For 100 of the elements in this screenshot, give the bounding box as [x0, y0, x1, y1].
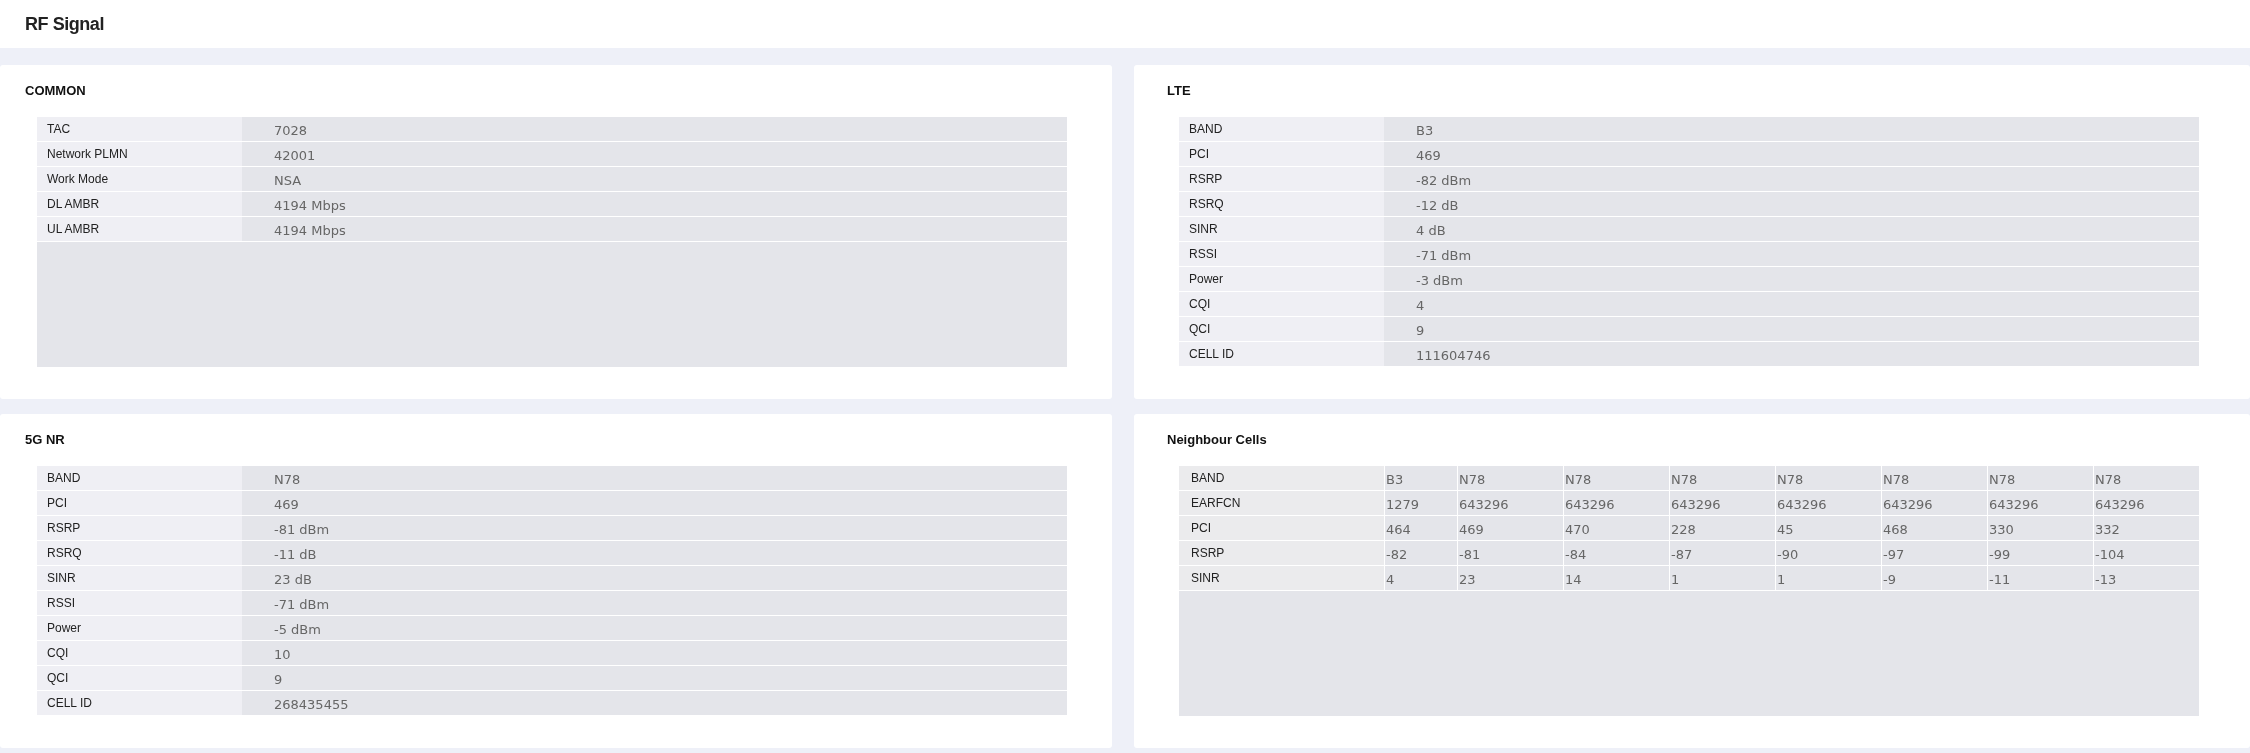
row-label: RSRP [37, 516, 242, 540]
table-cell: 14 [1563, 566, 1669, 590]
row-label: CELL ID [37, 691, 242, 715]
row-value: 4194 Mbps [273, 222, 347, 240]
row-value: 469 [273, 496, 300, 514]
section-title: COMMON [25, 82, 87, 100]
table-cell: 643296 [1563, 491, 1669, 515]
table-cell: -90 [1775, 541, 1881, 565]
row-value: 4194 Mbps [273, 197, 347, 215]
table-cell: 330 [1987, 516, 2093, 540]
row-label: TAC [37, 117, 242, 141]
table-cell: -97 [1881, 541, 1987, 565]
table-cell: -9 [1881, 566, 1987, 590]
row-label: RSRP [1179, 541, 1384, 565]
row-value: -12 dB [1415, 197, 1460, 215]
table-cell: 643296 [2093, 491, 2199, 515]
table-cell: 1 [1775, 566, 1881, 590]
row-label: SINR [1179, 217, 1384, 241]
row-value: 4 dB [1415, 222, 1447, 240]
row-value: 9 [273, 671, 284, 689]
table-cell: N78 [1881, 466, 1987, 490]
row-label: Work Mode [37, 167, 242, 191]
row-label: RSSI [37, 591, 242, 615]
table-cell: N78 [1987, 466, 2093, 490]
row-label: CELL ID [1179, 342, 1384, 366]
table-cell: -104 [2093, 541, 2199, 565]
row-label: QCI [37, 666, 242, 690]
row-value: 10 [273, 646, 292, 664]
table-cell: N78 [1563, 466, 1669, 490]
row-value: 42001 [273, 147, 317, 165]
table-cell: 643296 [1669, 491, 1775, 515]
row-label: CQI [1179, 292, 1384, 316]
row-value: 268435455 [273, 696, 350, 714]
row-value: -71 dBm [273, 596, 331, 614]
row-value: -3 dBm [1415, 272, 1464, 290]
table-cell: 23 [1457, 566, 1563, 590]
row-label: BAND [37, 466, 242, 490]
row-label: CQI [37, 641, 242, 665]
row-value: -11 dB [273, 546, 318, 564]
section-title: LTE [1167, 82, 1192, 100]
section-title: Neighbour Cells [1167, 431, 1268, 449]
table-cell: 468 [1881, 516, 1987, 540]
table-cell: 464 [1384, 516, 1457, 540]
table-cell: 643296 [1457, 491, 1563, 515]
row-value: 469 [1415, 147, 1442, 165]
table-cell: N78 [1669, 466, 1775, 490]
row-value: -81 dBm [273, 521, 331, 539]
table-cell: 469 [1457, 516, 1563, 540]
row-value: N78 [273, 471, 302, 489]
row-value: 9 [1415, 322, 1426, 340]
row-value: 111604746 [1415, 347, 1492, 365]
page-title: RF Signal [25, 12, 104, 36]
row-value: 7028 [273, 122, 309, 140]
row-label: Power [37, 616, 242, 640]
table-cell: 45 [1775, 516, 1881, 540]
table-cell: N78 [2093, 466, 2199, 490]
row-value: -71 dBm [1415, 247, 1473, 265]
table-cell: -13 [2093, 566, 2199, 590]
table-cell: 228 [1669, 516, 1775, 540]
row-value: B3 [1415, 122, 1435, 140]
row-label: SINR [37, 566, 242, 590]
table-cell: -11 [1987, 566, 2093, 590]
table-cell: -84 [1563, 541, 1669, 565]
row-label: PCI [1179, 516, 1384, 540]
row-label: QCI [1179, 317, 1384, 341]
table-cell: 643296 [1987, 491, 2093, 515]
row-label: Network PLMN [37, 142, 242, 166]
table-cell: -87 [1669, 541, 1775, 565]
table-cell: N78 [1457, 466, 1563, 490]
table-cell: -81 [1457, 541, 1563, 565]
row-label: PCI [1179, 142, 1384, 166]
table-cell: 643296 [1775, 491, 1881, 515]
table-cell: B3 [1384, 466, 1457, 490]
table-cell: -99 [1987, 541, 2093, 565]
table-cell: 470 [1563, 516, 1669, 540]
table-cell: 1279 [1384, 491, 1457, 515]
row-label: DL AMBR [37, 192, 242, 216]
row-label: EARFCN [1179, 491, 1384, 515]
section-title: 5G NR [25, 431, 66, 449]
table-cell: N78 [1775, 466, 1881, 490]
row-label: RSSI [1179, 242, 1384, 266]
row-label: BAND [1179, 466, 1384, 490]
table-cell: -82 [1384, 541, 1457, 565]
table-cell: 643296 [1881, 491, 1987, 515]
row-value: 4 [1415, 297, 1426, 315]
table-cell: 332 [2093, 516, 2199, 540]
row-value: -82 dBm [1415, 172, 1473, 190]
table-cell: 1 [1669, 566, 1775, 590]
row-value: 23 dB [273, 571, 313, 589]
row-label: RSRQ [37, 541, 242, 565]
table-cell: 4 [1384, 566, 1457, 590]
row-label: BAND [1179, 117, 1384, 141]
row-value: NSA [273, 172, 303, 190]
row-label: PCI [37, 491, 242, 515]
row-value: -5 dBm [273, 621, 322, 639]
row-label: RSRQ [1179, 192, 1384, 216]
row-label: RSRP [1179, 167, 1384, 191]
row-label: SINR [1179, 566, 1384, 590]
row-label: Power [1179, 267, 1384, 291]
row-label: UL AMBR [37, 217, 242, 241]
